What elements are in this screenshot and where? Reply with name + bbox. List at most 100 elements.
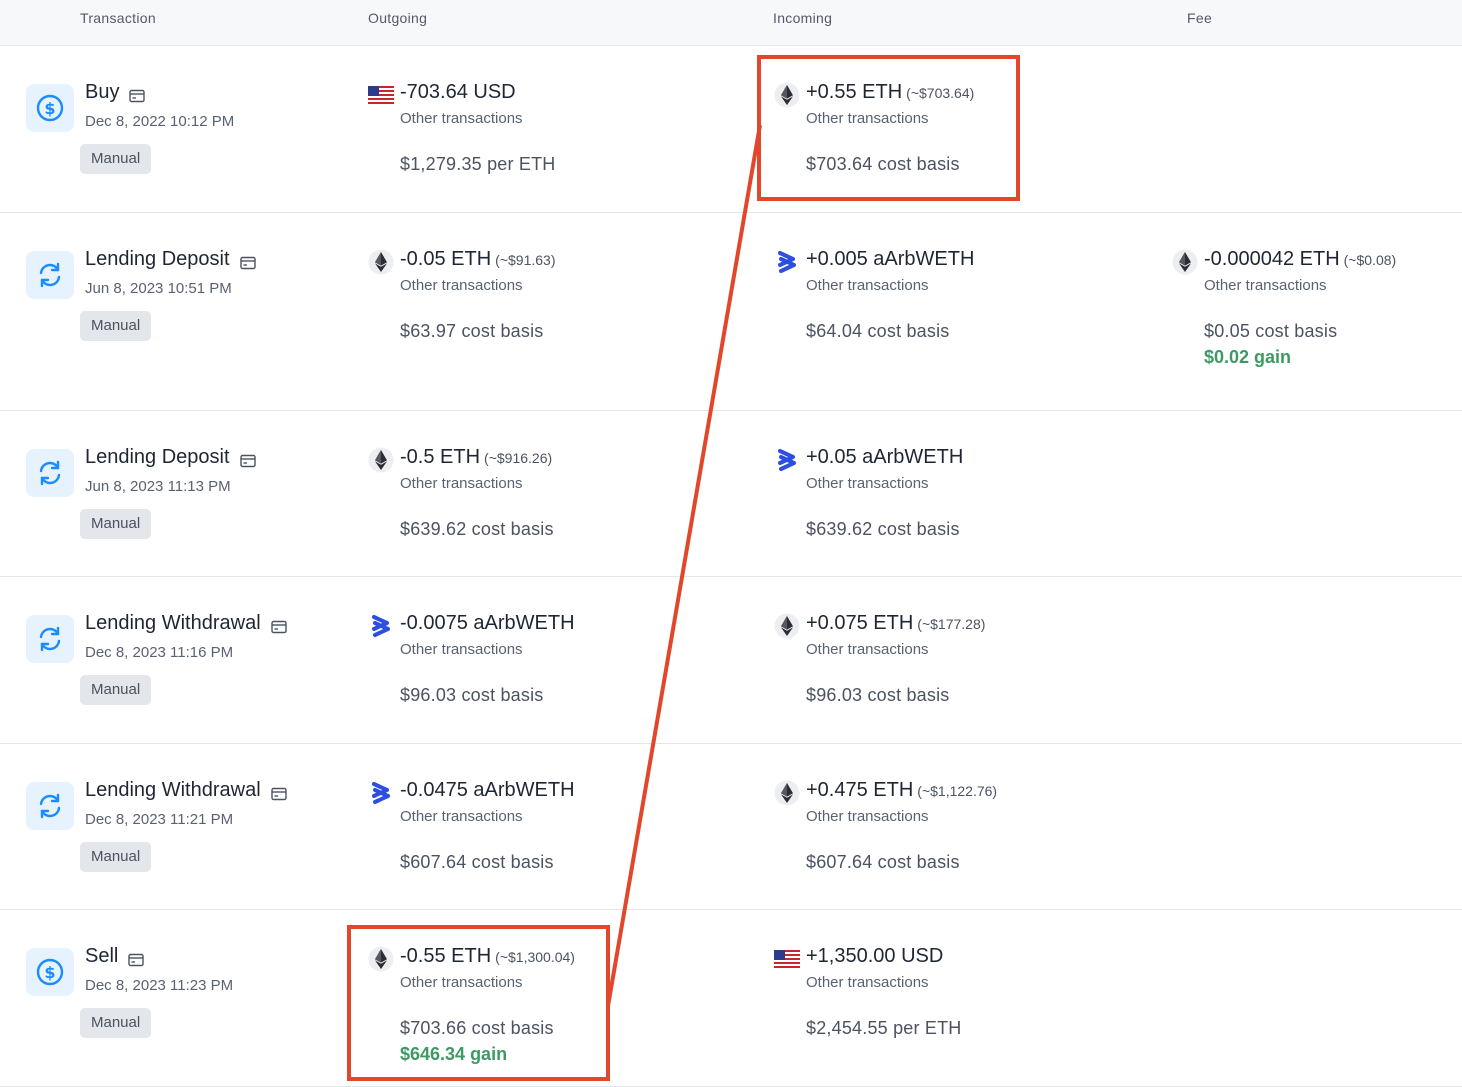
- cost-basis: $639.62 cost basis: [806, 519, 960, 539]
- amount-value: -0.5 ETH: [400, 446, 481, 468]
- transaction-title[interactable]: Buy: [85, 81, 146, 104]
- source-label: Other transactions: [400, 110, 523, 127]
- transaction-type: Sell: [85, 945, 119, 967]
- amount-value: +0.05 aArbWETH: [806, 446, 964, 468]
- amount-value: -703.64 USD: [400, 81, 516, 103]
- source-label: Other transactions: [400, 277, 523, 294]
- outgoing-amount: -0.0475 aArbWETH: [400, 779, 575, 802]
- incoming-amount: +0.475 ETH (~$1,122.76): [806, 779, 997, 802]
- approx-value: (~$0.08): [1343, 252, 1397, 268]
- incoming-amount: +0.075 ETH (~$177.28): [806, 612, 985, 635]
- approx-value: (~$1,300.04): [495, 949, 575, 965]
- amount-value: -0.000042 ETH: [1204, 248, 1340, 270]
- source-label: Other transactions: [400, 808, 523, 825]
- eth-icon: [368, 447, 394, 473]
- outgoing-cell[interactable]: -0.5 ETH (~$916.26) Other transactions $639…: [368, 446, 554, 539]
- fee-cell[interactable]: -0.000042 ETH (~$0.08) Other transactions $…: [1172, 248, 1396, 367]
- source-label: Other transactions: [806, 475, 929, 492]
- incoming-amount: +0.55 ETH (~$703.64): [806, 81, 974, 104]
- source-label: Other transactions: [806, 974, 929, 991]
- incoming-cell[interactable]: +0.475 ETH (~$1,122.76) Other transactions…: [774, 779, 997, 872]
- approx-value: (~$703.64): [906, 85, 975, 101]
- transaction-title[interactable]: Lending Deposit: [85, 446, 256, 469]
- incoming-cell[interactable]: +0.55 ETH (~$703.64) Other transactions $70…: [774, 81, 974, 174]
- cost-basis: $607.64 cost basis: [400, 852, 554, 872]
- eth-icon: [368, 249, 394, 275]
- amount-value: -0.05 ETH: [400, 248, 492, 270]
- incoming-cell[interactable]: +0.005 aArbWETH Other transactions $64.04 …: [778, 248, 974, 341]
- source-label: Other transactions: [806, 808, 929, 825]
- transaction-title[interactable]: Sell: [85, 945, 145, 968]
- transaction-date: Dec 8, 2022 10:12 PM: [85, 113, 235, 130]
- aave-icon: [368, 780, 394, 806]
- transaction-title[interactable]: Lending Deposit: [85, 248, 256, 271]
- outgoing-amount: -0.5 ETH (~$916.26): [400, 446, 552, 469]
- source-label: Other transactions: [806, 641, 929, 658]
- approx-value: (~$916.26): [484, 450, 553, 466]
- table-row[interactable]: Lending Withdrawal Dec 8, 2023 11:21 PM Ma…: [0, 744, 1462, 910]
- cost-basis: $63.97 cost basis: [400, 321, 544, 341]
- cost-basis: $96.03 cost basis: [806, 685, 950, 705]
- incoming-amount: +0.005 aArbWETH: [806, 248, 974, 271]
- source-label: Other transactions: [806, 110, 929, 127]
- transaction-type: Lending Withdrawal: [85, 612, 261, 634]
- header-incoming[interactable]: Incoming: [773, 10, 832, 26]
- outgoing-cell[interactable]: -0.55 ETH (~$1,300.04) Other transactions $…: [368, 945, 575, 1064]
- swap-icon: [26, 615, 74, 663]
- cost-basis: $703.66 cost basis: [400, 1018, 554, 1038]
- table-row[interactable]: Lending Deposit Jun 8, 2023 11:13 PM Manua…: [0, 411, 1462, 577]
- amount-value: -0.0475 aArbWETH: [400, 779, 575, 801]
- source-label: Other transactions: [1204, 277, 1327, 294]
- gain-value: $646.34 gain: [400, 1044, 508, 1064]
- transaction-date: Dec 8, 2023 11:21 PM: [85, 811, 234, 828]
- transaction-title[interactable]: Lending Withdrawal: [85, 612, 287, 635]
- transaction-title[interactable]: Lending Withdrawal: [85, 779, 287, 802]
- amount-value: +0.475 ETH: [806, 779, 914, 801]
- amount-value: -0.55 ETH: [400, 945, 492, 967]
- manual-badge: Manual: [80, 675, 152, 705]
- header-transaction[interactable]: Transaction: [80, 10, 156, 26]
- outgoing-cell[interactable]: -703.64 USD Other transactions $1,279.35 p…: [368, 81, 555, 174]
- aave-icon: [368, 613, 394, 639]
- fee-amount: -0.000042 ETH (~$0.08): [1204, 248, 1396, 271]
- eth-icon: [774, 82, 800, 108]
- transaction-date: Jun 8, 2023 10:51 PM: [85, 280, 232, 297]
- source-label: Other transactions: [806, 277, 929, 294]
- outgoing-cell[interactable]: -0.0075 aArbWETH Other transactions $96.03…: [372, 612, 575, 705]
- wallet-icon[interactable]: [239, 253, 256, 269]
- outgoing-amount: -703.64 USD: [400, 81, 516, 104]
- cost-basis: $2,454.55 per ETH: [806, 1018, 962, 1038]
- incoming-cell[interactable]: +0.075 ETH (~$177.28) Other transactions $9…: [774, 612, 985, 705]
- incoming-amount: +1,350.00 USD: [806, 945, 943, 968]
- table-row[interactable]: Lending Deposit Jun 8, 2023 10:51 PM Manua…: [0, 213, 1462, 411]
- wallet-icon[interactable]: [270, 617, 287, 633]
- manual-badge: Manual: [80, 509, 152, 539]
- wallet-icon[interactable]: [128, 950, 145, 966]
- eth-icon: [774, 780, 800, 806]
- table-row[interactable]: $ Sell Dec 8, 2023 11:23 PM Manual -0.55 ETH…: [0, 910, 1462, 1087]
- table-row[interactable]: Lending Withdrawal Dec 8, 2023 11:16 PM Ma…: [0, 577, 1462, 744]
- transaction-type: Lending Withdrawal: [85, 779, 261, 801]
- incoming-cell[interactable]: +1,350.00 USD Other transactions $2,454.55…: [774, 945, 961, 1038]
- outgoing-amount: -0.05 ETH (~$91.63): [400, 248, 555, 271]
- header-outgoing[interactable]: Outgoing: [368, 10, 427, 26]
- amount-value: +0.075 ETH: [806, 612, 914, 634]
- outgoing-cell[interactable]: -0.0475 aArbWETH Other transactions $607.6…: [372, 779, 575, 872]
- amount-value: +0.55 ETH: [806, 81, 903, 103]
- cost-basis: $1,279.35 per ETH: [400, 154, 556, 174]
- transaction-date: Dec 8, 2023 11:23 PM: [85, 977, 234, 994]
- gain-value: $0.02 gain: [1204, 347, 1292, 367]
- outgoing-cell[interactable]: -0.05 ETH (~$91.63) Other transactions $63.…: [368, 248, 555, 341]
- eth-icon: [368, 946, 394, 972]
- transaction-type: Lending Deposit: [85, 446, 230, 468]
- table-row[interactable]: $ Buy Dec 8, 2022 10:12 PM Manual -703.64 US…: [0, 46, 1462, 213]
- cost-basis: $703.64 cost basis: [806, 154, 960, 174]
- transaction-date: Jun 8, 2023 11:13 PM: [85, 478, 231, 495]
- incoming-cell[interactable]: +0.05 aArbWETH Other transactions $639.62 …: [778, 446, 964, 539]
- header-fee[interactable]: Fee: [1187, 10, 1212, 26]
- wallet-icon[interactable]: [239, 451, 256, 467]
- cost-basis: $639.62 cost basis: [400, 519, 554, 539]
- wallet-icon[interactable]: [270, 784, 287, 800]
- aave-icon: [774, 249, 800, 275]
- wallet-icon[interactable]: [129, 86, 146, 102]
